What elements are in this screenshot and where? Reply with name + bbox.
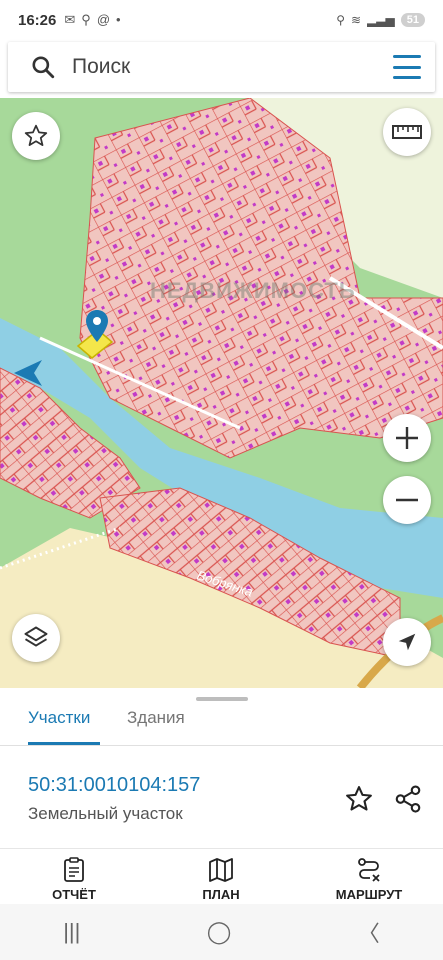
recent-apps-icon[interactable]: ||| [63,919,80,945]
tab-buildings[interactable]: Здания [127,708,185,728]
status-system-icons: ⚲ ≋ ▂▃▅ 51 [336,13,425,27]
ruler-button[interactable] [383,108,431,156]
search-status-icon: ⚲ [81,12,91,27]
location-icon: ⚲ [336,13,345,27]
notification-icon: ✉ [64,12,76,27]
system-navigation-bar: ||| ◯ 〈 [0,904,443,960]
user-position-icon [14,360,42,386]
wifi-icon: ≋ [351,13,362,27]
zoom-out-button[interactable] [383,476,431,524]
favorite-star-icon[interactable] [344,784,374,814]
menu-icon[interactable] [393,55,421,79]
nav-report[interactable]: ОТЧЁТ [19,857,129,902]
home-icon[interactable]: ◯ [207,919,232,945]
report-icon [64,857,84,882]
status-notification-icons: ✉ ⚲ @ • [64,12,120,28]
dot-icon: • [116,12,121,27]
nav-plan[interactable]: ПЛАН [166,857,276,902]
status-time: 16:26 [18,11,57,29]
my-location-button[interactable] [383,618,431,666]
status-bar: 16:26 ✉ ⚲ @ • ⚲ ≋ ▂▃▅ 51 [0,0,443,40]
search-input[interactable]: Поиск [72,55,393,79]
layers-icon [24,626,48,647]
plus-icon [396,427,418,449]
navigation-arrow-icon [398,633,416,651]
parcel-type: Земельный участок [28,804,183,823]
location-marker-icon [86,310,108,342]
at-icon: @ [96,12,111,27]
map-plan-icon [209,858,233,882]
route-icon [358,858,380,882]
star-icon [24,124,48,146]
tab-parcels[interactable]: Участки [28,708,90,728]
search-icon [32,56,55,79]
map-canvas[interactable] [0,98,443,688]
share-icon[interactable] [393,784,423,814]
favorites-button[interactable] [12,112,60,160]
layers-button[interactable] [12,614,60,662]
nav-route[interactable]: МАРШРУТ [314,857,424,902]
zoom-in-button[interactable] [383,414,431,462]
back-icon[interactable]: 〈 [358,916,380,948]
tab-underline [28,742,100,745]
nav-plan-label: ПЛАН [202,887,240,902]
ruler-icon [392,125,422,139]
nav-report-label: ОТЧЁТ [52,887,96,902]
nav-route-label: МАРШРУТ [335,887,403,902]
signal-icon: ▂▃▅ [367,13,395,27]
map-view[interactable]: НЕДВИЖИМОСТЬ Вобрянка [0,98,443,688]
parcel-cadastral-number[interactable]: 50:31:0010104:157 [28,774,200,797]
search-bar[interactable]: Поиск [8,42,435,92]
sheet-drag-handle[interactable] [196,697,248,701]
bottom-nav: ОТЧЁТ ПЛАН МАРШРУТ [0,848,443,904]
watermark: НЕДВИЖИМОСТЬ [150,278,356,303]
battery-icon: 51 [400,13,425,27]
minus-icon [396,498,418,502]
